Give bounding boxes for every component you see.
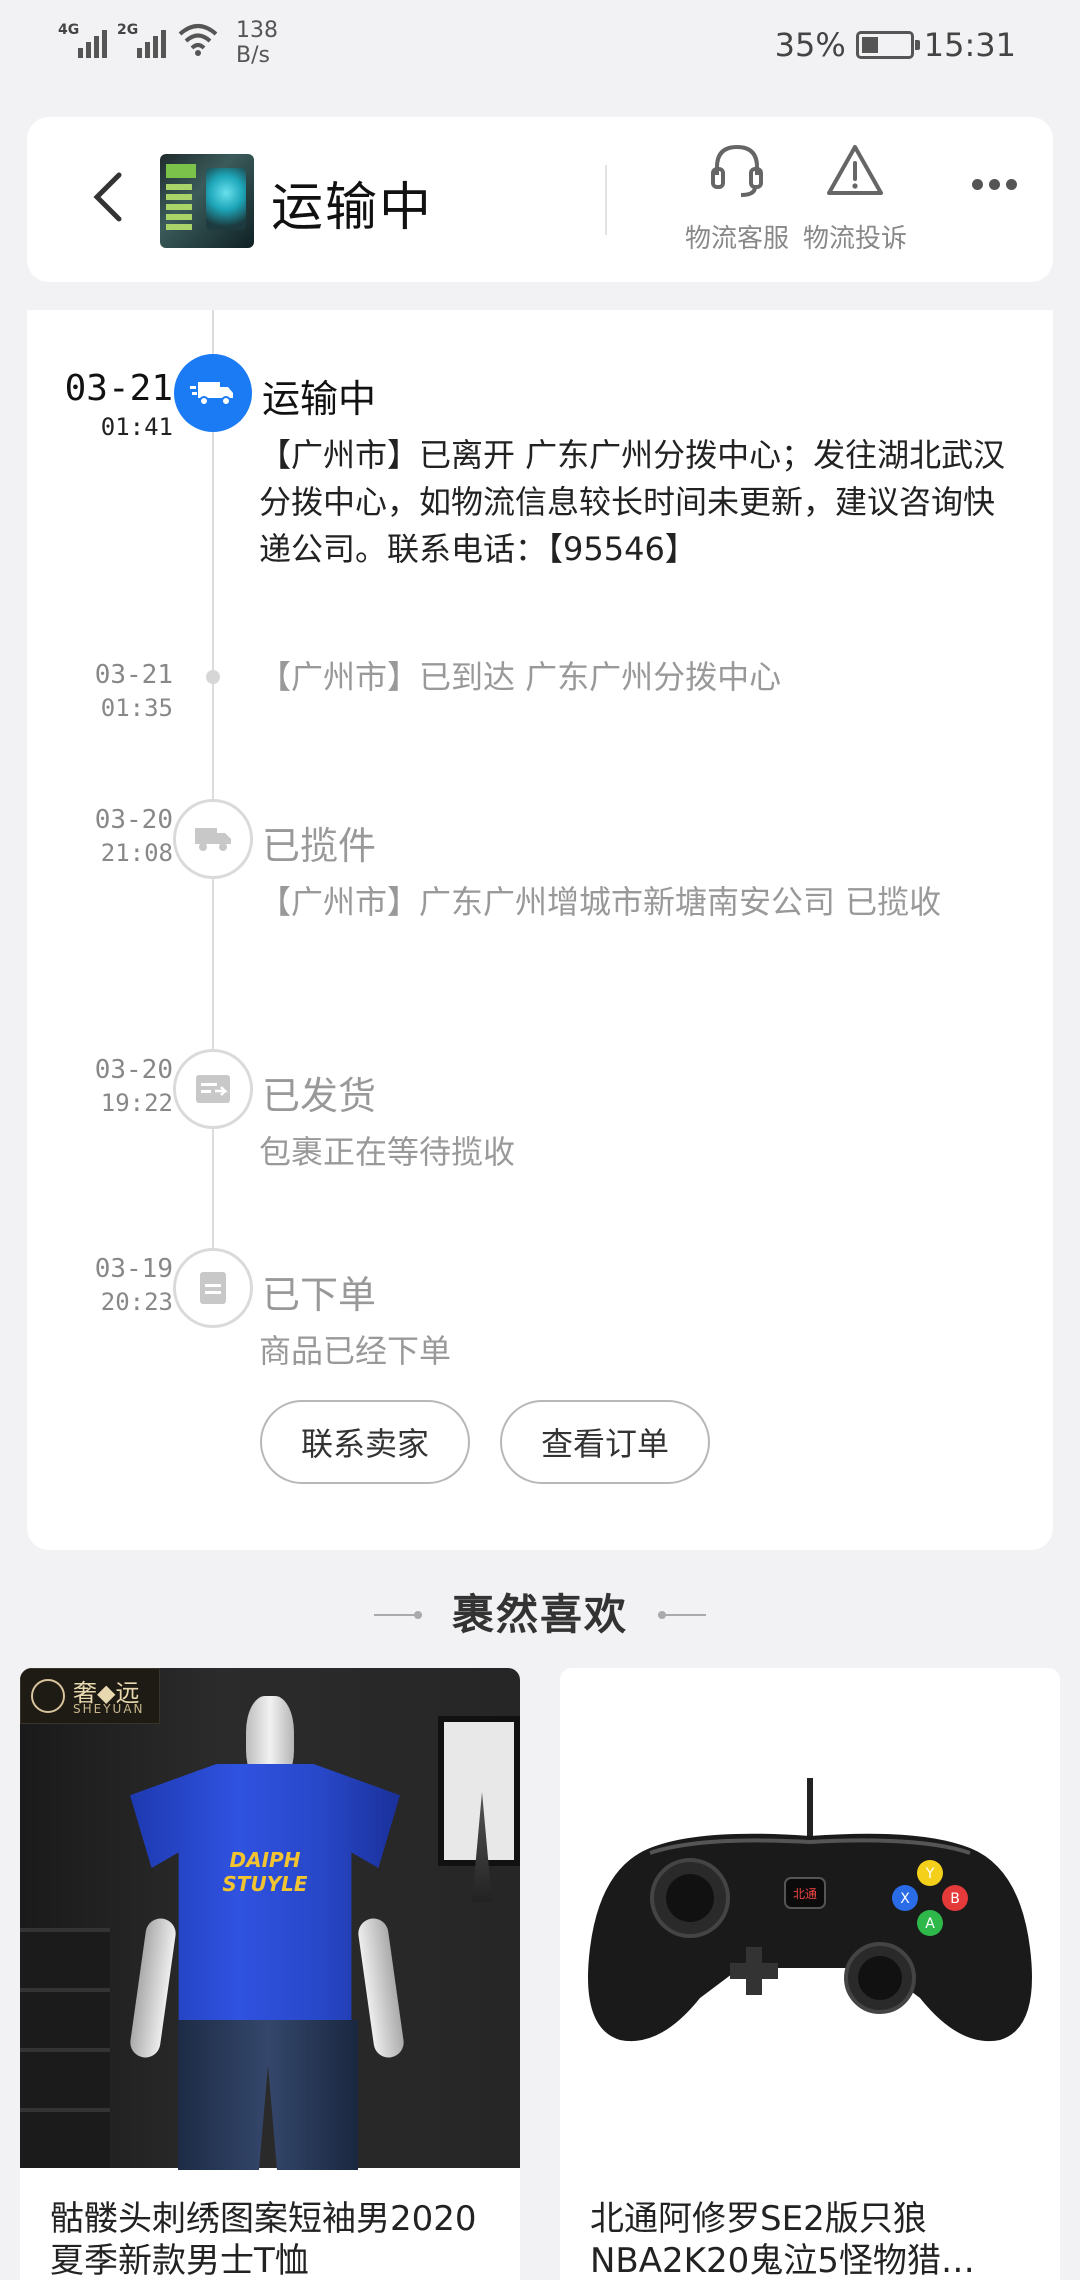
svg-text:B: B	[950, 1891, 960, 1907]
status-bar: 4G 2G 138 B/s 35% 15:31	[0, 0, 1080, 96]
logistics-complaint-button[interactable]: 物流投诉	[795, 139, 915, 255]
truck-icon	[174, 354, 252, 432]
timeline-desc: 包裹正在等待揽收	[259, 1133, 516, 1171]
gamepad-image: 北通 Y X B A	[588, 1778, 1032, 2042]
timeline-date: 03-21 01:41	[65, 368, 173, 441]
svg-text:A: A	[925, 1916, 935, 1932]
timeline-status: 已下单	[262, 1273, 377, 1317]
tracking-card: 03-21 01:41 运输中 【广州市】已离开 广东广州分拨中心；发往湖北武汉…	[27, 310, 1053, 1550]
logistics-complaint-label: 物流投诉	[802, 224, 907, 254]
timeline-date-time: 21:08	[100, 839, 173, 867]
timeline-date-time: 20:23	[100, 1288, 173, 1316]
timeline-date-time: 01:41	[100, 413, 173, 441]
timeline-date-day: 03-19	[94, 1254, 173, 1284]
timeline-status: 已发货	[262, 1074, 377, 1118]
page-title: 运输中	[271, 178, 434, 238]
timeline-status: 运输中	[262, 377, 377, 421]
headset-icon	[711, 144, 763, 197]
timeline-date-time: 01:35	[100, 694, 173, 722]
timeline-date: 03-20 21:08	[95, 805, 173, 867]
brand-subname: SHEYUAN	[73, 1702, 145, 1716]
network-speed-value: 138	[236, 18, 278, 43]
shirt-print: DAIPH STUYLE	[222, 1848, 308, 1896]
timeline-date: 03-21 01:35	[95, 660, 173, 722]
network-speed-unit: B/s	[236, 43, 270, 68]
network-type-2: 2G	[117, 22, 139, 38]
wifi-icon	[178, 24, 218, 56]
clock: 15:31	[923, 26, 1016, 64]
timeline-date-time: 19:22	[100, 1089, 173, 1117]
svg-text:Y: Y	[925, 1866, 935, 1882]
back-arrow-icon[interactable]	[83, 167, 133, 227]
battery-icon	[855, 31, 920, 59]
header-card: 运输中 物流客服 物流投诉	[27, 117, 1053, 282]
timeline-date: 03-20 19:22	[95, 1055, 173, 1117]
timeline-date: 03-19 20:23	[95, 1254, 173, 1316]
timeline-dot	[206, 670, 220, 684]
battery-fill	[861, 37, 878, 53]
recommend-line-left	[374, 1611, 422, 1619]
product-thumbnail[interactable]	[160, 154, 254, 248]
svg-text:北通: 北通	[793, 1887, 817, 1901]
recommend-header: 裹然喜欢	[0, 1580, 1080, 1650]
timeline-date-day: 03-21	[64, 368, 173, 409]
product-image[interactable]: 奢◆远 SHEYUAN DAIPH STUYLE	[20, 1668, 520, 2170]
network-speed: 138 B/s	[236, 18, 278, 68]
product-card[interactable]: 北通 Y X B A 北通阿修罗SE2版只狼NBA2K20鬼泣5怪物猎…	[560, 1668, 1060, 2280]
signal-4g-icon: 4G	[58, 18, 107, 58]
order-icon	[173, 1248, 253, 1328]
timeline-desc: 【广州市】已到达 广东广州分拨中心	[259, 658, 782, 696]
timeline-date-day: 03-20	[94, 805, 173, 835]
view-order-button[interactable]: 查看订单	[500, 1400, 710, 1484]
timeline-desc: 【广州市】已离开 广东广州分拨中心；发往湖北武汉分拨中心，如物流信息较长时间未更…	[259, 436, 1006, 568]
contact-seller-button[interactable]: 联系卖家	[260, 1400, 470, 1484]
logistics-service-button[interactable]: 物流客服	[677, 139, 797, 255]
header-divider	[605, 165, 607, 235]
recommend-line-right	[658, 1611, 706, 1619]
network-type-1: 4G	[58, 22, 80, 38]
signal-2g-icon: 2G	[117, 18, 166, 58]
warning-icon	[827, 145, 883, 195]
svg-text:X: X	[900, 1891, 910, 1907]
timeline-date-day: 03-21	[94, 660, 173, 690]
timeline-desc: 【广州市】广东广州增城市新塘南安公司 已揽收	[259, 883, 942, 921]
timeline-status: 已揽件	[262, 824, 377, 868]
product-title[interactable]: 骷髅头刺绣图案短袖男2020夏季新款男士T恤	[50, 2198, 490, 2280]
brand-logo: 奢◆远 SHEYUAN	[20, 1668, 160, 1724]
logistics-service-label: 物流客服	[684, 224, 789, 254]
battery-percent: 35%	[774, 26, 846, 64]
product-title[interactable]: 北通阿修罗SE2版只狼NBA2K20鬼泣5怪物猎…	[590, 2198, 1030, 2280]
timeline-date-day: 03-20	[94, 1055, 173, 1085]
product-image[interactable]: 北通 Y X B A	[560, 1668, 1060, 2168]
recommend-title: 裹然喜欢	[451, 1590, 628, 1639]
ship-icon	[173, 1049, 253, 1129]
timeline-desc: 商品已经下单	[259, 1332, 452, 1370]
more-icon[interactable]	[972, 179, 1017, 190]
product-card[interactable]: 奢◆远 SHEYUAN DAIPH STUYLE 骷髅头刺绣图案短袖男2020夏…	[20, 1668, 520, 2280]
truck-icon	[173, 799, 253, 879]
